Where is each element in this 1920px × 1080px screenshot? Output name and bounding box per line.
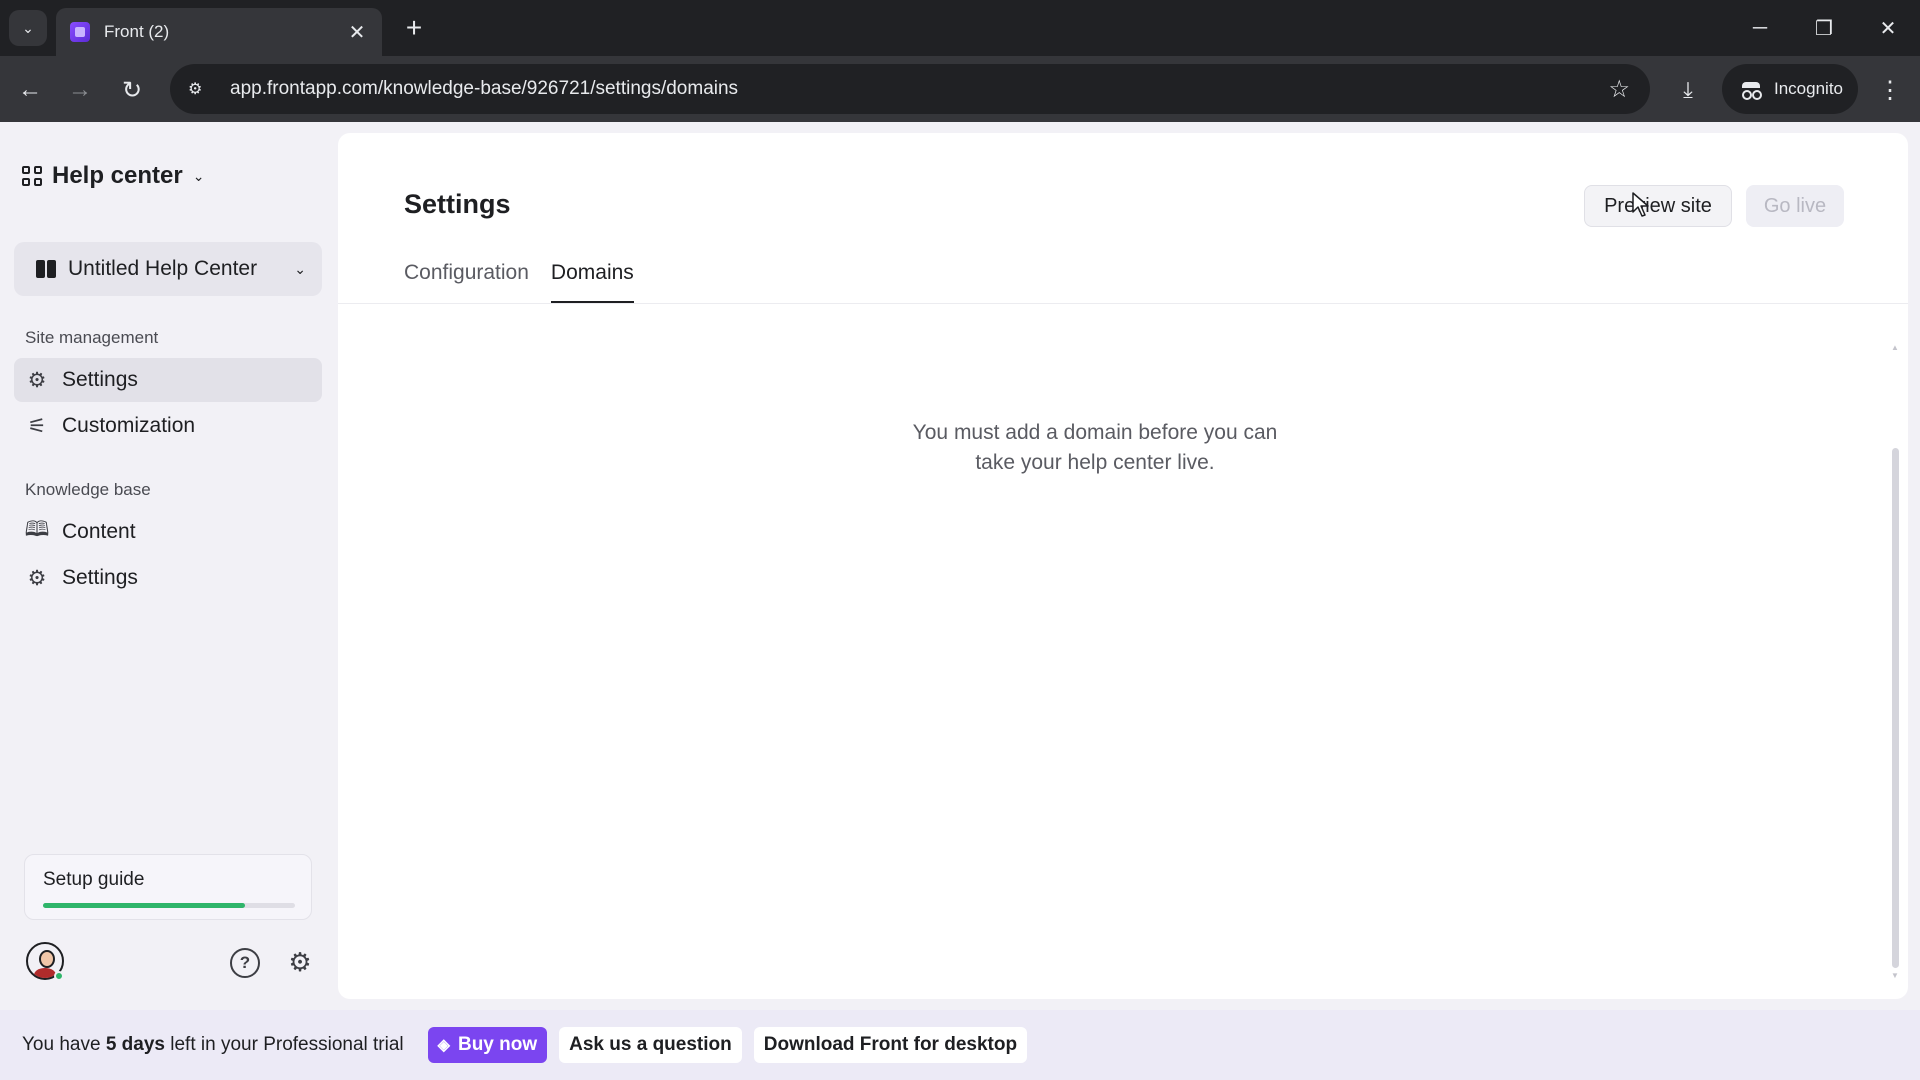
window-close-icon[interactable]: ✕	[1868, 10, 1908, 46]
minimize-icon[interactable]: ─	[1740, 10, 1780, 46]
book-icon	[36, 260, 56, 278]
go-live-button[interactable]: Go live	[1746, 185, 1844, 227]
tab-title: Front (2)	[104, 22, 170, 41]
browser-menu-icon[interactable]: ⋮	[1872, 70, 1908, 110]
tab-configuration[interactable]: Configuration	[404, 261, 529, 304]
back-arrow-icon[interactable]: ←	[10, 70, 50, 110]
tab-domains[interactable]: Domains	[550, 261, 634, 304]
preferences-gear-icon[interactable]: ⚙	[284, 946, 316, 978]
gear-icon: ⚙	[27, 368, 47, 392]
empty-state-message: You must add a domain before you can tak…	[912, 421, 1278, 474]
address-bar[interactable]: ⚙ app.frontapp.com/knowledge-base/926721…	[170, 64, 1650, 114]
incognito-indicator[interactable]: Incognito	[1722, 64, 1858, 114]
scroll-up-icon[interactable]: ▲	[1890, 343, 1900, 352]
url-text: app.frontapp.com/knowledge-base/926721/s…	[230, 78, 739, 99]
help-center-select-label: Untitled Help Center	[68, 257, 258, 280]
sidebar-item-label: Settings	[62, 368, 138, 391]
browser-tabstrip: ⌄ Front (2) ✕ + ─ ❐ ✕	[0, 0, 1920, 56]
setup-progress-fill	[43, 903, 245, 908]
sidebar-item-label: Customization	[62, 414, 196, 437]
chevron-down-icon: ⌄	[294, 260, 306, 277]
buy-now-label: Buy now	[457, 1034, 538, 1055]
buy-now-button[interactable]: ◈ Buy now	[427, 1027, 548, 1063]
incognito-icon	[1740, 82, 1762, 100]
chevron-down-icon: ⌄	[192, 167, 205, 184]
download-desktop-button[interactable]: Download Front for desktop	[753, 1027, 1028, 1063]
sidebar-item-label: Content	[62, 520, 136, 543]
page-title: Settings	[404, 189, 511, 219]
diamond-icon: ◈	[437, 1037, 450, 1054]
section-label-site-management: Site management	[25, 328, 159, 347]
browser-toolbar: ← → ↻ ⚙ app.frontapp.com/knowledge-base/…	[0, 56, 1920, 122]
bookmark-star-icon[interactable]: ☆	[1608, 75, 1630, 104]
book-open-icon: 🕮	[24, 517, 50, 541]
reload-icon[interactable]: ↻	[112, 70, 152, 110]
help-center-switcher[interactable]: Help center ⌄	[22, 162, 204, 190]
tabs-divider	[338, 303, 1908, 304]
trial-message: You have 5 days left in your Professiona…	[22, 1034, 404, 1056]
front-favicon-icon	[70, 22, 90, 42]
main-panel: Settings Preview site Go live Configurat…	[338, 133, 1908, 999]
preview-site-button[interactable]: Preview site	[1584, 185, 1732, 227]
apps-grid-icon	[22, 166, 42, 186]
presence-status-dot	[54, 971, 64, 981]
browser-tab[interactable]: Front (2) ✕	[56, 8, 382, 56]
scrollbar[interactable]: ▲ ▼	[1890, 343, 1900, 983]
help-question-icon[interactable]: ?	[230, 948, 260, 978]
help-center-title: Help center	[52, 162, 183, 189]
trial-text-after: left in your Professional trial	[164, 1034, 404, 1055]
sidebar: Help center ⌄ Untitled Help Center ⌄ Sit…	[0, 122, 336, 1010]
trial-text-before: You have	[22, 1034, 106, 1055]
sidebar-item-label: Settings	[62, 566, 138, 589]
forward-arrow-icon[interactable]: →	[60, 70, 100, 110]
tab-search-button[interactable]: ⌄	[9, 10, 47, 46]
download-icon[interactable]: ⤓	[1668, 70, 1708, 110]
site-info-icon[interactable]: ⚙	[188, 79, 214, 99]
trial-days: 5 days	[105, 1034, 165, 1055]
settings-tabs: Configuration Domains	[404, 261, 634, 304]
gear-icon: ⚙	[27, 566, 47, 590]
section-label-knowledge-base: Knowledge base	[25, 480, 151, 499]
sliders-icon: ⚟	[27, 414, 47, 438]
scroll-down-icon[interactable]: ▼	[1890, 971, 1900, 980]
setup-guide-label: Setup guide	[43, 869, 145, 890]
ask-question-button[interactable]: Ask us a question	[559, 1027, 742, 1063]
new-tab-button[interactable]: +	[398, 12, 430, 44]
sidebar-item-content[interactable]: 🕮 Content	[14, 510, 322, 554]
setup-progress-track	[43, 903, 295, 908]
sidebar-item-settings[interactable]: ⚙ Settings	[14, 358, 322, 402]
restore-icon[interactable]: ❐	[1804, 10, 1844, 46]
scrollbar-thumb[interactable]	[1892, 448, 1899, 968]
sidebar-item-kb-settings[interactable]: ⚙ Settings	[14, 556, 322, 600]
sidebar-item-customization[interactable]: ⚟ Customization	[14, 404, 322, 448]
mouse-cursor-icon	[1632, 192, 1649, 217]
trial-banner: You have 5 days left in your Professiona…	[0, 1010, 1920, 1080]
tab-close-icon[interactable]: ✕	[346, 20, 368, 45]
setup-guide-card[interactable]: Setup guide	[24, 854, 312, 920]
incognito-label: Incognito	[1774, 79, 1843, 98]
help-center-select[interactable]: Untitled Help Center ⌄	[14, 242, 322, 296]
